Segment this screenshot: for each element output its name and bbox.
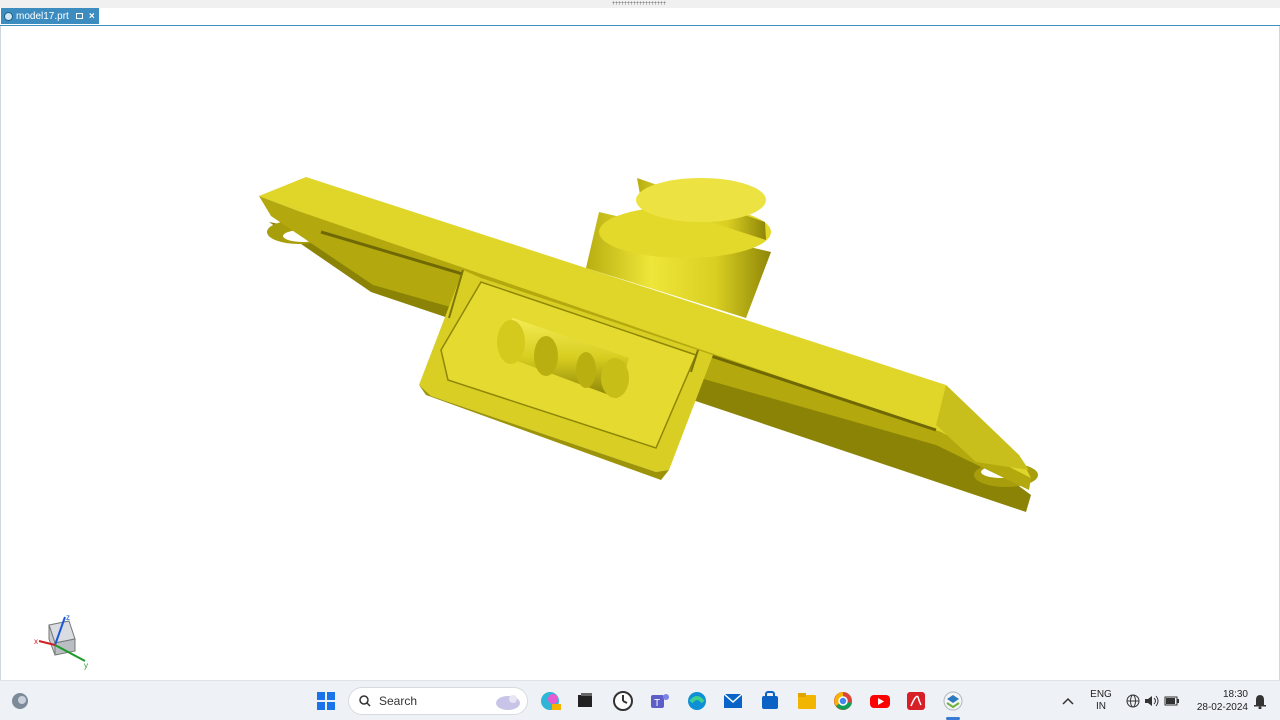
tab-bar: model17.prt × bbox=[0, 8, 1280, 26]
edge-icon bbox=[688, 692, 706, 710]
language-bottom: IN bbox=[1096, 701, 1106, 712]
clock-icon bbox=[613, 691, 633, 711]
tab-model17[interactable]: model17.prt × bbox=[1, 8, 99, 24]
speaker-icon bbox=[1145, 695, 1159, 707]
part-file-icon bbox=[4, 11, 13, 21]
close-icon[interactable]: × bbox=[89, 11, 95, 22]
globe-app-icon bbox=[12, 693, 28, 709]
cad-app[interactable] bbox=[941, 689, 965, 713]
store-app[interactable] bbox=[758, 689, 782, 713]
system-clock[interactable]: 18:30 28-02-2024 bbox=[1188, 688, 1248, 714]
teams-icon: T bbox=[651, 694, 669, 709]
edge-app[interactable] bbox=[685, 689, 709, 713]
store-icon bbox=[762, 691, 778, 709]
language-indicator[interactable]: ENG IN bbox=[1086, 689, 1116, 713]
folder-app[interactable] bbox=[795, 689, 819, 713]
taskbar: Search T ENG IN 18:30 28-02-2024 bbox=[0, 680, 1280, 720]
copilot-app[interactable] bbox=[538, 689, 562, 713]
teams-app[interactable]: T bbox=[648, 689, 672, 713]
chevron-up-icon bbox=[1062, 697, 1074, 705]
model-3d-view bbox=[259, 177, 1038, 512]
cad-app-icon bbox=[943, 691, 963, 711]
chrome-icon bbox=[834, 692, 852, 710]
clock-app[interactable] bbox=[611, 689, 635, 713]
task-view-icon bbox=[578, 693, 592, 707]
search-highlight-icon bbox=[496, 695, 520, 710]
search-label: Search bbox=[379, 694, 418, 708]
language-top: ENG bbox=[1090, 689, 1112, 700]
youtube-icon bbox=[870, 695, 890, 708]
orientation-triad: z x y bbox=[34, 613, 88, 670]
svg-text:T: T bbox=[654, 698, 660, 709]
tab-title: model17.prt bbox=[16, 10, 69, 22]
outlook-app[interactable] bbox=[721, 689, 745, 713]
youtube-app[interactable] bbox=[868, 689, 892, 713]
search-box[interactable]: Search bbox=[348, 687, 528, 715]
notifications[interactable] bbox=[1248, 689, 1272, 713]
globe-icon bbox=[1126, 694, 1140, 708]
title-strip bbox=[0, 0, 1280, 8]
axis-y-label: y bbox=[84, 661, 88, 670]
graphics-viewport[interactable]: z x y bbox=[0, 26, 1280, 680]
copilot-icon bbox=[541, 692, 561, 710]
restore-icon[interactable] bbox=[75, 13, 83, 19]
search-icon bbox=[359, 695, 371, 707]
mail-icon bbox=[723, 693, 743, 708]
task-view-app[interactable] bbox=[573, 689, 597, 713]
start-button[interactable] bbox=[314, 689, 338, 713]
windows-logo-icon bbox=[317, 692, 335, 710]
battery-icon bbox=[1164, 696, 1179, 706]
chrome-app[interactable] bbox=[831, 689, 855, 713]
battery-status[interactable] bbox=[1160, 689, 1184, 713]
file-explorer-app[interactable] bbox=[8, 689, 32, 713]
clock-date: 28-02-2024 bbox=[1196, 702, 1248, 713]
acrobat-app[interactable] bbox=[904, 689, 928, 713]
drag-grip[interactable] bbox=[612, 1, 666, 5]
folder-icon bbox=[798, 693, 816, 709]
pdf-icon bbox=[907, 692, 925, 710]
bell-icon bbox=[1254, 695, 1266, 709]
axis-z-label: z bbox=[66, 613, 70, 622]
axis-x-label: x bbox=[34, 637, 38, 646]
clock-time: 18:30 bbox=[1222, 689, 1248, 700]
show-hidden-icons[interactable] bbox=[1056, 689, 1080, 713]
